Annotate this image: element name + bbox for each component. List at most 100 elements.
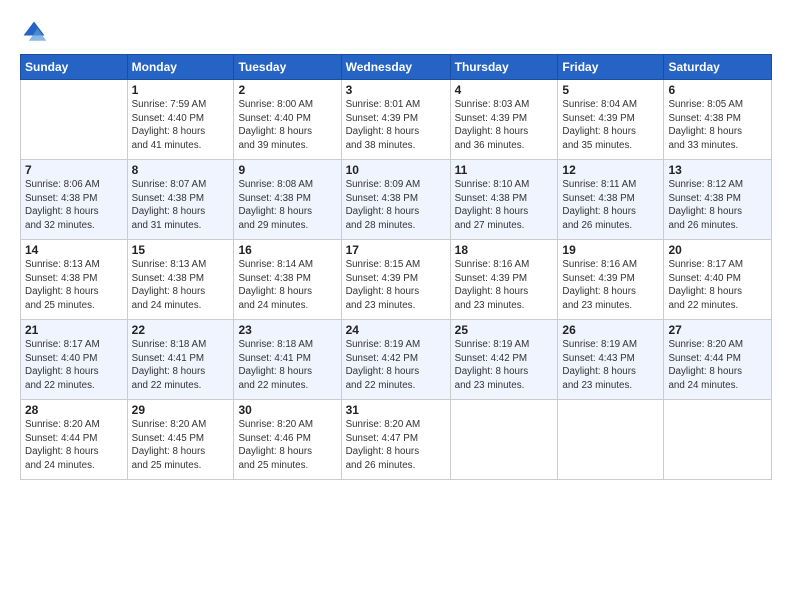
- day-cell: 4Sunrise: 8:03 AM Sunset: 4:39 PM Daylig…: [450, 80, 558, 160]
- day-info: Sunrise: 8:06 AM Sunset: 4:38 PM Dayligh…: [25, 178, 123, 233]
- day-cell: 2Sunrise: 8:00 AM Sunset: 4:40 PM Daylig…: [234, 80, 341, 160]
- day-cell: 7Sunrise: 8:06 AM Sunset: 4:38 PM Daylig…: [21, 160, 128, 240]
- day-cell: 23Sunrise: 8:18 AM Sunset: 4:41 PM Dayli…: [234, 320, 341, 400]
- day-cell: 12Sunrise: 8:11 AM Sunset: 4:38 PM Dayli…: [558, 160, 664, 240]
- day-number: 3: [346, 83, 446, 97]
- day-cell: 6Sunrise: 8:05 AM Sunset: 4:38 PM Daylig…: [664, 80, 772, 160]
- day-info: Sunrise: 8:16 AM Sunset: 4:39 PM Dayligh…: [455, 258, 554, 313]
- day-info: Sunrise: 8:20 AM Sunset: 4:45 PM Dayligh…: [132, 418, 230, 473]
- day-cell: 22Sunrise: 8:18 AM Sunset: 4:41 PM Dayli…: [127, 320, 234, 400]
- calendar-header: SundayMondayTuesdayWednesdayThursdayFrid…: [21, 55, 772, 80]
- day-number: 31: [346, 403, 446, 417]
- day-number: 19: [562, 243, 659, 257]
- header: [20, 18, 772, 46]
- day-number: 17: [346, 243, 446, 257]
- day-cell: 1Sunrise: 7:59 AM Sunset: 4:40 PM Daylig…: [127, 80, 234, 160]
- day-info: Sunrise: 8:12 AM Sunset: 4:38 PM Dayligh…: [668, 178, 767, 233]
- day-info: Sunrise: 8:20 AM Sunset: 4:46 PM Dayligh…: [238, 418, 336, 473]
- header-cell-friday: Friday: [558, 55, 664, 80]
- day-info: Sunrise: 8:10 AM Sunset: 4:38 PM Dayligh…: [455, 178, 554, 233]
- day-cell: 16Sunrise: 8:14 AM Sunset: 4:38 PM Dayli…: [234, 240, 341, 320]
- day-cell: [558, 400, 664, 480]
- day-info: Sunrise: 8:20 AM Sunset: 4:47 PM Dayligh…: [346, 418, 446, 473]
- header-cell-wednesday: Wednesday: [341, 55, 450, 80]
- day-info: Sunrise: 8:17 AM Sunset: 4:40 PM Dayligh…: [668, 258, 767, 313]
- day-cell: 11Sunrise: 8:10 AM Sunset: 4:38 PM Dayli…: [450, 160, 558, 240]
- logo-icon: [20, 18, 48, 46]
- day-info: Sunrise: 7:59 AM Sunset: 4:40 PM Dayligh…: [132, 98, 230, 153]
- day-number: 22: [132, 323, 230, 337]
- week-row-3: 14Sunrise: 8:13 AM Sunset: 4:38 PM Dayli…: [21, 240, 772, 320]
- day-cell: 10Sunrise: 8:09 AM Sunset: 4:38 PM Dayli…: [341, 160, 450, 240]
- page: SundayMondayTuesdayWednesdayThursdayFrid…: [0, 0, 792, 612]
- day-cell: 5Sunrise: 8:04 AM Sunset: 4:39 PM Daylig…: [558, 80, 664, 160]
- day-cell: 15Sunrise: 8:13 AM Sunset: 4:38 PM Dayli…: [127, 240, 234, 320]
- day-number: 15: [132, 243, 230, 257]
- day-info: Sunrise: 8:18 AM Sunset: 4:41 PM Dayligh…: [132, 338, 230, 393]
- day-cell: [664, 400, 772, 480]
- header-cell-tuesday: Tuesday: [234, 55, 341, 80]
- week-row-5: 28Sunrise: 8:20 AM Sunset: 4:44 PM Dayli…: [21, 400, 772, 480]
- calendar-body: 1Sunrise: 7:59 AM Sunset: 4:40 PM Daylig…: [21, 80, 772, 480]
- day-cell: 17Sunrise: 8:15 AM Sunset: 4:39 PM Dayli…: [341, 240, 450, 320]
- day-number: 23: [238, 323, 336, 337]
- day-info: Sunrise: 8:03 AM Sunset: 4:39 PM Dayligh…: [455, 98, 554, 153]
- day-info: Sunrise: 8:07 AM Sunset: 4:38 PM Dayligh…: [132, 178, 230, 233]
- day-number: 20: [668, 243, 767, 257]
- day-cell: [21, 80, 128, 160]
- day-number: 7: [25, 163, 123, 177]
- day-cell: 9Sunrise: 8:08 AM Sunset: 4:38 PM Daylig…: [234, 160, 341, 240]
- week-row-2: 7Sunrise: 8:06 AM Sunset: 4:38 PM Daylig…: [21, 160, 772, 240]
- day-cell: 24Sunrise: 8:19 AM Sunset: 4:42 PM Dayli…: [341, 320, 450, 400]
- day-cell: 31Sunrise: 8:20 AM Sunset: 4:47 PM Dayli…: [341, 400, 450, 480]
- day-number: 9: [238, 163, 336, 177]
- day-number: 10: [346, 163, 446, 177]
- header-cell-saturday: Saturday: [664, 55, 772, 80]
- day-number: 5: [562, 83, 659, 97]
- day-cell: 21Sunrise: 8:17 AM Sunset: 4:40 PM Dayli…: [21, 320, 128, 400]
- day-cell: 26Sunrise: 8:19 AM Sunset: 4:43 PM Dayli…: [558, 320, 664, 400]
- day-info: Sunrise: 8:04 AM Sunset: 4:39 PM Dayligh…: [562, 98, 659, 153]
- day-cell: 18Sunrise: 8:16 AM Sunset: 4:39 PM Dayli…: [450, 240, 558, 320]
- day-info: Sunrise: 8:18 AM Sunset: 4:41 PM Dayligh…: [238, 338, 336, 393]
- day-number: 21: [25, 323, 123, 337]
- day-cell: 13Sunrise: 8:12 AM Sunset: 4:38 PM Dayli…: [664, 160, 772, 240]
- day-info: Sunrise: 8:13 AM Sunset: 4:38 PM Dayligh…: [25, 258, 123, 313]
- day-info: Sunrise: 8:19 AM Sunset: 4:42 PM Dayligh…: [455, 338, 554, 393]
- day-cell: 27Sunrise: 8:20 AM Sunset: 4:44 PM Dayli…: [664, 320, 772, 400]
- day-cell: 8Sunrise: 8:07 AM Sunset: 4:38 PM Daylig…: [127, 160, 234, 240]
- week-row-1: 1Sunrise: 7:59 AM Sunset: 4:40 PM Daylig…: [21, 80, 772, 160]
- day-number: 4: [455, 83, 554, 97]
- day-number: 18: [455, 243, 554, 257]
- day-number: 16: [238, 243, 336, 257]
- day-number: 25: [455, 323, 554, 337]
- day-cell: [450, 400, 558, 480]
- day-info: Sunrise: 8:20 AM Sunset: 4:44 PM Dayligh…: [25, 418, 123, 473]
- day-number: 12: [562, 163, 659, 177]
- day-number: 13: [668, 163, 767, 177]
- day-number: 11: [455, 163, 554, 177]
- header-cell-monday: Monday: [127, 55, 234, 80]
- logo: [20, 18, 52, 46]
- day-number: 24: [346, 323, 446, 337]
- day-cell: 29Sunrise: 8:20 AM Sunset: 4:45 PM Dayli…: [127, 400, 234, 480]
- day-info: Sunrise: 8:20 AM Sunset: 4:44 PM Dayligh…: [668, 338, 767, 393]
- header-cell-sunday: Sunday: [21, 55, 128, 80]
- day-info: Sunrise: 8:15 AM Sunset: 4:39 PM Dayligh…: [346, 258, 446, 313]
- calendar-table: SundayMondayTuesdayWednesdayThursdayFrid…: [20, 54, 772, 480]
- day-cell: 20Sunrise: 8:17 AM Sunset: 4:40 PM Dayli…: [664, 240, 772, 320]
- day-info: Sunrise: 8:00 AM Sunset: 4:40 PM Dayligh…: [238, 98, 336, 153]
- day-number: 2: [238, 83, 336, 97]
- day-cell: 19Sunrise: 8:16 AM Sunset: 4:39 PM Dayli…: [558, 240, 664, 320]
- day-number: 29: [132, 403, 230, 417]
- day-cell: 3Sunrise: 8:01 AM Sunset: 4:39 PM Daylig…: [341, 80, 450, 160]
- day-info: Sunrise: 8:14 AM Sunset: 4:38 PM Dayligh…: [238, 258, 336, 313]
- day-cell: 30Sunrise: 8:20 AM Sunset: 4:46 PM Dayli…: [234, 400, 341, 480]
- day-cell: 28Sunrise: 8:20 AM Sunset: 4:44 PM Dayli…: [21, 400, 128, 480]
- day-number: 26: [562, 323, 659, 337]
- header-cell-thursday: Thursday: [450, 55, 558, 80]
- day-info: Sunrise: 8:16 AM Sunset: 4:39 PM Dayligh…: [562, 258, 659, 313]
- week-row-4: 21Sunrise: 8:17 AM Sunset: 4:40 PM Dayli…: [21, 320, 772, 400]
- day-cell: 25Sunrise: 8:19 AM Sunset: 4:42 PM Dayli…: [450, 320, 558, 400]
- day-number: 14: [25, 243, 123, 257]
